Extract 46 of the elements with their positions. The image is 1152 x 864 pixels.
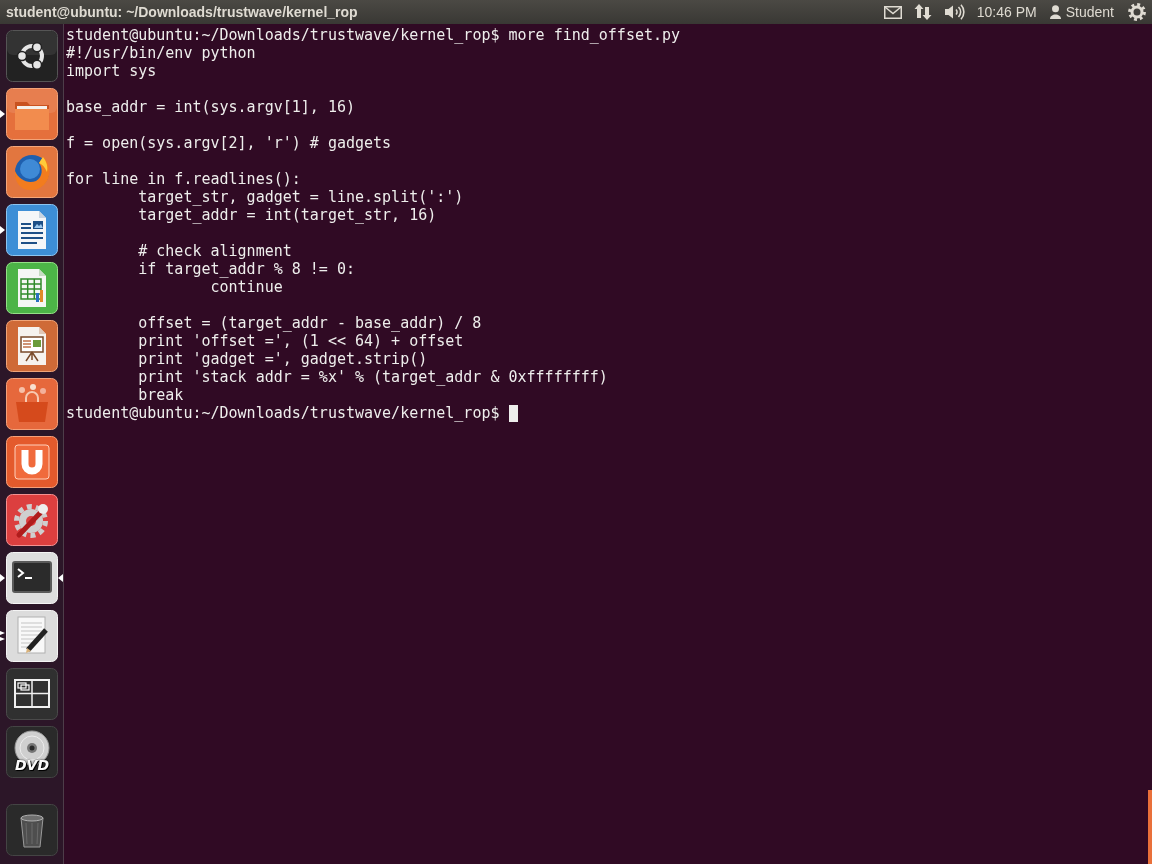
scrollbar-thumb[interactable] — [1148, 790, 1152, 864]
shell-command: more find_offset.py — [508, 26, 681, 44]
launcher-item[interactable] — [6, 494, 58, 546]
user-icon — [1049, 5, 1061, 19]
spreadsheet-icon — [6, 262, 58, 314]
volume-icon[interactable] — [943, 4, 965, 20]
presentation-icon — [6, 320, 58, 372]
code-line: f = open(sys.argv[2], 'r') # gadgets — [66, 134, 392, 152]
code-line: print 'offset =', (1 << 64) + offset — [138, 332, 464, 350]
shell-prompt: student@ubuntu:~/Downloads/trustwave/kernel_rop$ — [66, 404, 500, 422]
document-icon — [6, 204, 58, 256]
launcher-item[interactable] — [6, 30, 58, 82]
settings-icon[interactable] — [1128, 3, 1146, 21]
code-line: continue — [210, 278, 283, 296]
circle-logo-icon — [6, 30, 58, 82]
code-line: print 'stack addr = %x' % (target_addr & 0xffffffff) — [138, 368, 608, 386]
user-menu[interactable]: Student — [1049, 3, 1114, 21]
code-line: print 'gadget =', gadget.strip() — [138, 350, 428, 368]
u-tile-icon — [6, 436, 58, 488]
shell-prompt: student@ubuntu:~/Downloads/trustwave/kernel_rop$ — [66, 26, 500, 44]
launcher-item[interactable] — [6, 204, 58, 256]
launcher-item[interactable]: DVD — [6, 726, 58, 778]
shopping-bag-icon — [6, 378, 58, 430]
code-line: import sys — [66, 62, 157, 80]
network-arrows-icon[interactable] — [913, 3, 932, 21]
code-line: for line in f.readlines(): — [66, 170, 301, 188]
notepad-pencil-icon — [6, 610, 58, 662]
code-line: if target_addr % 8 != 0: — [138, 260, 355, 278]
code-line: offset = (target_addr - base_addr) / 8 — [138, 314, 482, 332]
trash-can-icon — [6, 804, 58, 856]
gear-wrench-icon — [6, 494, 58, 546]
code-line: target_addr = int(target_str, 16) — [138, 206, 437, 224]
workspace-grid-icon — [6, 668, 58, 720]
launcher-item[interactable] — [6, 320, 58, 372]
terminal-icon — [6, 552, 58, 604]
globe-icon — [6, 146, 58, 198]
folder-icon — [6, 88, 58, 140]
code-line: # check alignment — [138, 242, 292, 260]
code-line: target_str, gadget = line.split(':') — [138, 188, 464, 206]
code-line: break — [138, 386, 184, 404]
launcher-item[interactable] — [6, 668, 58, 720]
code-line: #!/usr/bin/env python — [66, 44, 256, 62]
clock[interactable]: 10:46 PM — [976, 3, 1037, 21]
code-line: base_addr = int(sys.argv[1], 16) — [66, 98, 355, 116]
window-title: student@ubuntu: ~/Downloads/trustwave/kernel_rop — [6, 4, 358, 20]
mail-icon[interactable] — [883, 5, 902, 19]
